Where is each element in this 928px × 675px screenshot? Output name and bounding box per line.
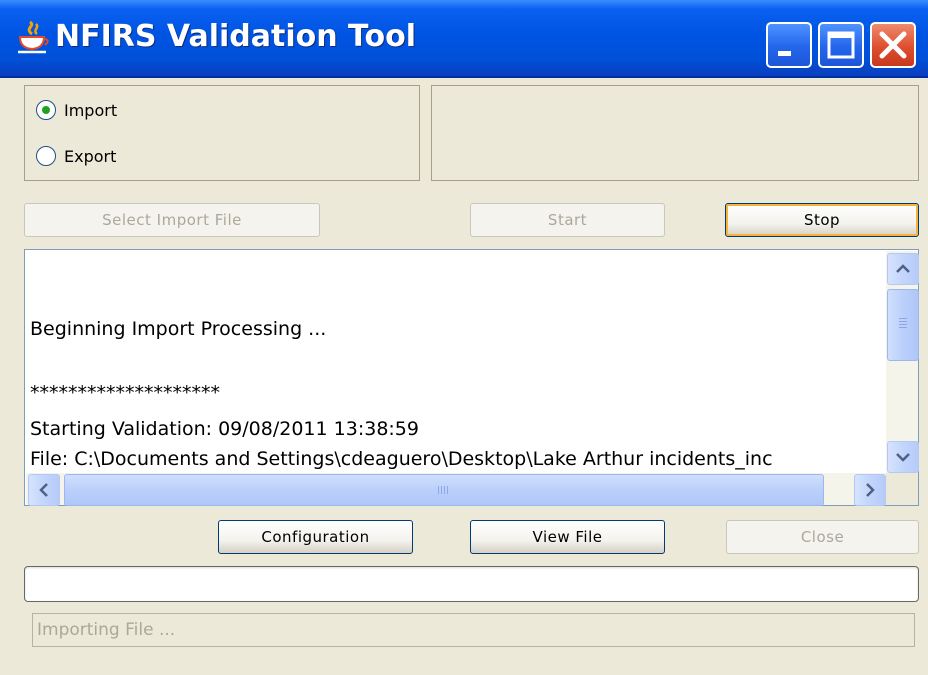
maximize-button[interactable] — [818, 22, 864, 68]
status-field: Importing File ... — [32, 613, 915, 647]
import-radio-label: Import — [64, 100, 118, 120]
info-panel — [431, 85, 919, 181]
grip-line — [438, 486, 439, 494]
radio-circle[interactable] — [36, 100, 56, 120]
chevron-down-icon — [896, 453, 910, 462]
log-line: Beginning Import Processing ... — [30, 318, 327, 340]
window-title: NFIRS Validation Tool — [55, 19, 417, 54]
chevron-up-icon — [896, 264, 910, 273]
scroll-corner — [886, 473, 918, 505]
horizontal-scrollbar[interactable] — [26, 473, 886, 506]
progress-bar — [24, 566, 919, 602]
log-line: Starting Validation: 09/08/2011 13:38:59 — [30, 418, 419, 440]
radio-circle[interactable] — [36, 146, 56, 166]
stop-button[interactable]: Stop — [725, 203, 919, 237]
view-file-button[interactable]: View File — [470, 520, 665, 554]
scroll-up-button[interactable] — [887, 253, 919, 285]
import-radio[interactable]: Import — [36, 99, 117, 121]
log-textarea[interactable]: Beginning Import Processing ... ********… — [26, 251, 884, 473]
grip-line — [447, 486, 448, 494]
start-button[interactable]: Start — [470, 203, 665, 237]
grip-line — [899, 327, 907, 328]
minimize-icon — [778, 51, 791, 56]
java-cup-icon — [18, 20, 49, 54]
grip-line — [444, 486, 445, 494]
log-line: File: C:\Documents and Settings\cdeaguer… — [30, 448, 773, 470]
select-import-file-button[interactable]: Select Import File — [24, 203, 320, 237]
chevron-right-icon — [866, 483, 875, 497]
maximize-icon — [827, 31, 855, 59]
log-line: ******************** — [30, 382, 220, 404]
radio-selected-dot — [42, 106, 50, 114]
scroll-left-button[interactable] — [28, 474, 60, 506]
scroll-down-button[interactable] — [887, 441, 919, 473]
close-dialog-button[interactable]: Close — [726, 520, 919, 554]
horizontal-scroll-thumb[interactable] — [64, 474, 824, 506]
minimize-button[interactable] — [766, 22, 812, 68]
export-radio-label: Export — [64, 146, 117, 166]
grip-line — [441, 486, 442, 494]
close-button[interactable] — [870, 22, 916, 68]
vertical-scrollbar[interactable] — [886, 251, 919, 473]
configuration-button[interactable]: Configuration — [218, 520, 413, 554]
log-panel[interactable]: Beginning Import Processing ... ********… — [24, 249, 919, 506]
grip-line — [899, 318, 907, 319]
grip-line — [899, 324, 907, 325]
title-bar[interactable]: NFIRS Validation Tool — [0, 0, 928, 78]
export-radio[interactable]: Export — [36, 145, 116, 167]
chevron-left-icon — [39, 483, 48, 497]
scroll-right-button[interactable] — [854, 474, 886, 506]
grip-line — [899, 321, 907, 322]
close-icon — [879, 31, 907, 59]
vertical-scroll-thumb[interactable] — [887, 289, 919, 361]
